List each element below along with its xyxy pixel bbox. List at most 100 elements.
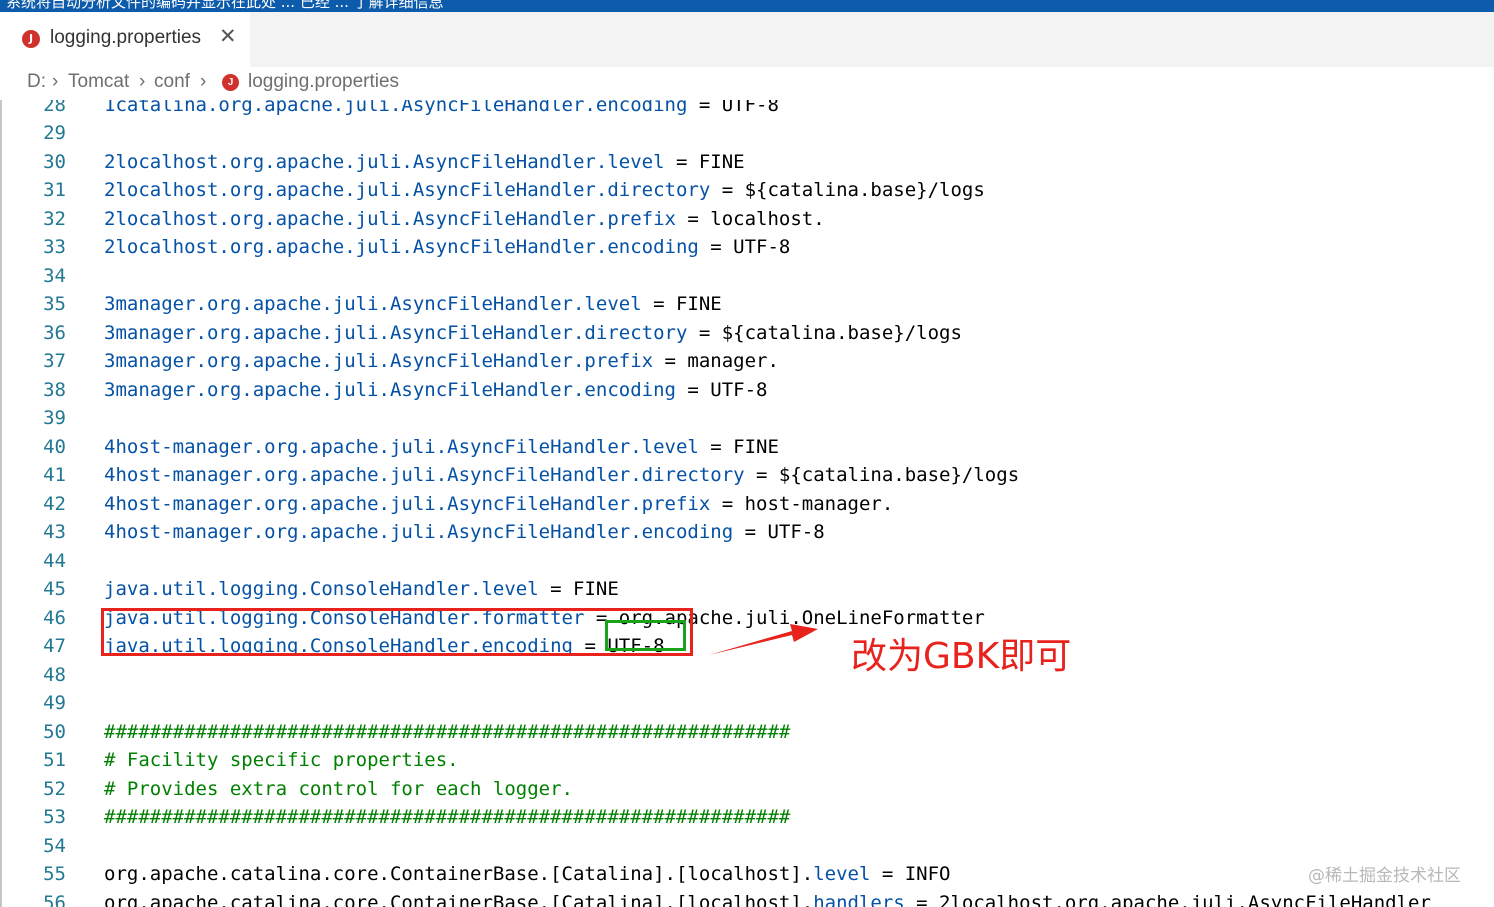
breadcrumb-item-drive[interactable]: D:: [27, 71, 46, 93]
line-number: 39: [43, 407, 66, 429]
line-content: 4host-manager.org.apache.juli.AsyncFileH…: [104, 490, 893, 519]
code-line[interactable]: 37 3manager.org.apache.juli.AsyncFileHand…: [0, 347, 1494, 376]
line-number: 29: [43, 122, 66, 144]
line-number: 51: [43, 749, 66, 771]
code-line[interactable]: 48: [0, 661, 1494, 690]
code-line[interactable]: 41 4host-manager.org.apache.juli.AsyncFil…: [0, 461, 1494, 490]
line-number: 33: [43, 236, 66, 258]
property-value: = ${catalina.base}/logs: [744, 464, 1020, 486]
line-number: 48: [43, 663, 66, 686]
line-number: 45: [43, 578, 66, 600]
line-content: 4host-manager.org.apache.juli.AsyncFileH…: [104, 518, 825, 547]
code-line[interactable]: 40 4host-manager.org.apache.juli.AsyncFil…: [0, 433, 1494, 462]
line-content: 2localhost.org.apache.juli.AsyncFileHand…: [104, 205, 825, 234]
code-line[interactable]: 33 2localhost.org.apache.juli.AsyncFileHa…: [0, 233, 1494, 262]
property-value: = UTF-8: [733, 521, 825, 543]
property-value: = UTF-8: [687, 100, 779, 116]
comment-text: # Provides extra control for each logger…: [104, 777, 573, 800]
line-number: 47: [43, 635, 66, 657]
code-line[interactable]: 53 ######################################…: [0, 803, 1494, 832]
comment-text: ########################################…: [104, 720, 791, 743]
annotation-arrow-icon: [709, 624, 818, 655]
java-file-icon: J: [222, 74, 239, 91]
property-key: handlers: [813, 891, 905, 907]
code-line[interactable]: 45 java.util.logging.ConsoleHandler.level…: [0, 575, 1494, 604]
code-line[interactable]: 52 # Provides extra control for each logg…: [0, 775, 1494, 804]
property-value: = localhost.: [675, 207, 825, 230]
code-editor[interactable]: 28 1catalina.org.apache.juli.AsyncFileHan…: [0, 100, 1494, 907]
property-value: = ${catalina.base}/logs: [687, 321, 962, 344]
line-content: 2localhost.org.apache.juli.AsyncFileHand…: [104, 148, 745, 177]
property-key: 3manager.org.apache.juli.AsyncFileHandle…: [104, 350, 654, 372]
property-value: = FINE: [698, 435, 779, 458]
watermark: @稀土掘金技术社区: [1308, 866, 1461, 886]
line-content: ########################################…: [104, 803, 790, 832]
value-text: org.apache.catalina.core.ContainerBase.[…: [104, 891, 814, 907]
code-line[interactable]: 39: [0, 404, 1494, 433]
code-line[interactable]: 43 4host-manager.org.apache.juli.AsyncFil…: [0, 518, 1494, 547]
line-content: 3manager.org.apache.juli.AsyncFileHandle…: [104, 319, 962, 348]
line-number: 38: [43, 378, 66, 401]
breadcrumb-item-tomcat[interactable]: Tomcat: [68, 71, 129, 93]
line-content: org.apache.catalina.core.ContainerBase.[…: [104, 860, 951, 889]
breadcrumb-item-conf[interactable]: conf: [154, 71, 190, 93]
property-key: 3manager.org.apache.juli.AsyncFileHandle…: [104, 378, 676, 401]
comment-text: # Facility specific properties.: [104, 749, 459, 771]
property-value: = INFO: [870, 863, 951, 885]
property-key: 2localhost.org.apache.juli.AsyncFileHand…: [104, 150, 665, 173]
line-content: 4host-manager.org.apache.juli.AsyncFileH…: [104, 461, 1019, 490]
property-key: level: [813, 863, 871, 885]
code-line[interactable]: 55 org.apache.catalina.core.ContainerBase…: [0, 860, 1494, 889]
code-line[interactable]: 30 2localhost.org.apache.juli.AsyncFileHa…: [0, 148, 1494, 177]
code-line[interactable]: 35 3manager.org.apache.juli.AsyncFileHand…: [0, 290, 1494, 319]
property-value: = UTF-8: [675, 378, 768, 401]
chevron-right-icon: ›: [52, 71, 59, 92]
code-line[interactable]: 42 4host-manager.org.apache.juli.AsyncFil…: [0, 490, 1494, 519]
property-key: java.util.logging.ConsoleHandler.level: [104, 578, 539, 600]
code-line[interactable]: 49: [0, 689, 1494, 718]
line-content: 1catalina.org.apache.juli.AsyncFileHandl…: [104, 100, 779, 119]
code-line[interactable]: 38 3manager.org.apache.juli.AsyncFileHand…: [0, 376, 1494, 405]
breadcrumb: D: › Tomcat › conf › J logging.propertie…: [0, 67, 1494, 100]
code-line[interactable]: 44: [0, 547, 1494, 576]
tab-logging-properties[interactable]: J logging.properties ✕: [0, 12, 250, 67]
code-line[interactable]: 51 # Facility specific properties.: [0, 746, 1494, 775]
chevron-right-icon: ›: [139, 71, 146, 92]
code-line[interactable]: 34: [0, 262, 1494, 291]
tab-bar: J logging.properties ✕: [0, 12, 1494, 67]
code-line[interactable]: 29: [0, 119, 1494, 148]
line-number: 46: [43, 606, 66, 629]
code-line[interactable]: 50 ######################################…: [0, 718, 1494, 747]
line-number: 54: [43, 834, 66, 857]
code-line[interactable]: 32 2localhost.org.apache.juli.AsyncFileHa…: [0, 205, 1494, 234]
line-number: 40: [43, 435, 66, 458]
property-value: = manager.: [653, 350, 779, 372]
property-key: 3manager.org.apache.juli.AsyncFileHandle…: [104, 293, 642, 315]
line-number: 41: [43, 464, 66, 486]
breadcrumb-item-file[interactable]: logging.properties: [248, 71, 399, 93]
close-icon[interactable]: ✕: [219, 24, 237, 48]
line-number: 30: [43, 150, 66, 173]
property-value: = UTF-8: [698, 236, 791, 258]
java-file-icon: J: [22, 30, 40, 48]
line-number: 35: [43, 293, 66, 315]
code-line[interactable]: 28 1catalina.org.apache.juli.AsyncFileHan…: [0, 100, 1494, 119]
line-number: 52: [43, 777, 66, 800]
property-key: 4host-manager.org.apache.juli.AsyncFileH…: [104, 464, 745, 486]
property-value: = host-manager.: [710, 492, 894, 515]
code-line[interactable]: 36 3manager.org.apache.juli.AsyncFileHand…: [0, 319, 1494, 348]
code-line[interactable]: 54: [0, 832, 1494, 861]
comment-text: ########################################…: [104, 806, 791, 828]
property-value: = FINE: [538, 578, 619, 600]
code-line[interactable]: 31 2localhost.org.apache.juli.AsyncFileHa…: [0, 176, 1494, 205]
notification-bar: 系统将自动分析文件的编码并显示在此处 ... 已经 ... 了解详细信息: [0, 0, 1494, 12]
code-line[interactable]: 56 org.apache.catalina.core.ContainerBase…: [0, 889, 1494, 907]
property-value: = ${catalina.base}/logs: [710, 179, 985, 201]
line-content: # Provides extra control for each logger…: [104, 775, 573, 804]
line-content: org.apache.catalina.core.ContainerBase.[…: [104, 889, 1431, 907]
line-number: 53: [43, 806, 66, 828]
property-key: 2localhost.org.apache.juli.AsyncFileHand…: [104, 179, 711, 201]
property-value: = 2localhost.org.apache.juli.AsyncFileHa…: [904, 891, 1431, 907]
property-key: 1catalina.org.apache.juli.AsyncFileHandl…: [104, 100, 688, 116]
line-number: 31: [43, 179, 66, 201]
